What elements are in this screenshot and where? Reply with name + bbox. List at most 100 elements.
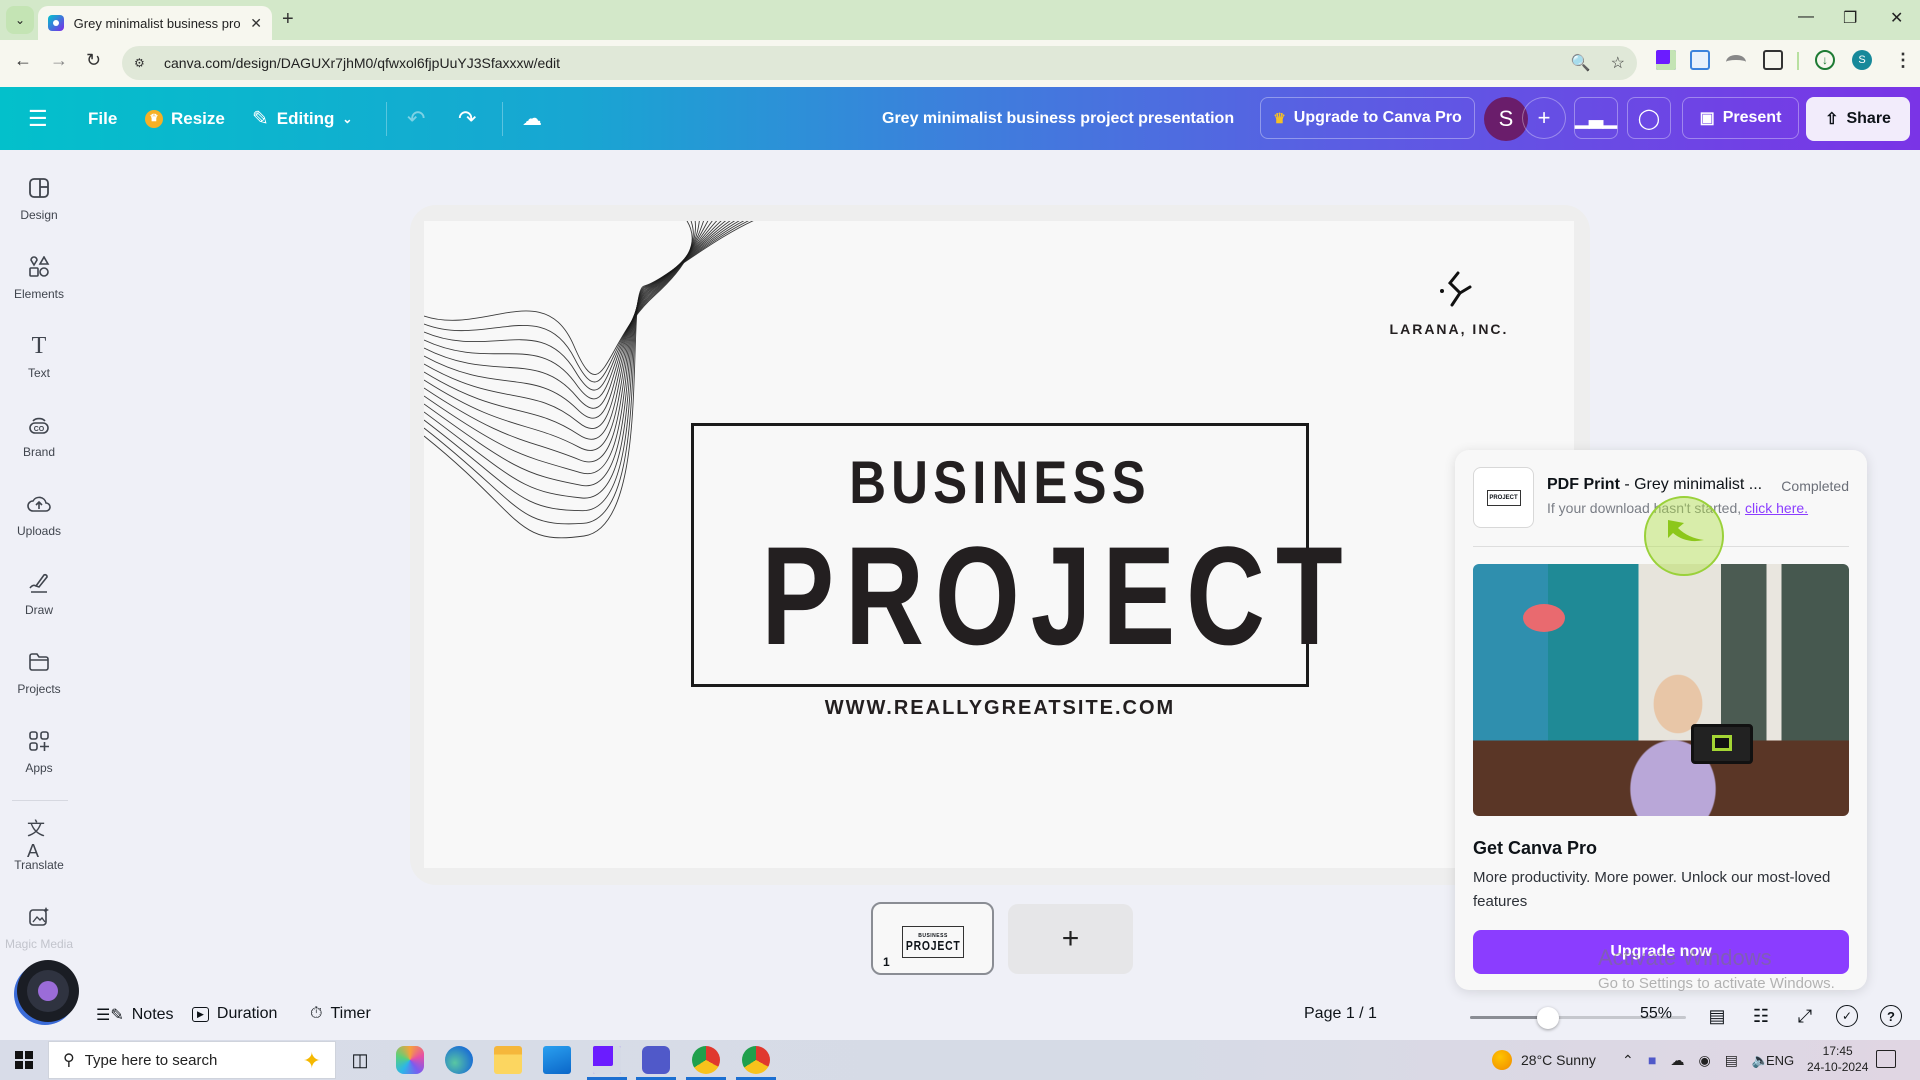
pdf-name: - Grey minimalist ... [1619,476,1763,493]
canva-extension-icon[interactable] [1656,50,1676,70]
taskbar-search-box[interactable]: ⚲ Type here to search ✦ [48,1041,336,1079]
grid-view-icon[interactable]: ☷ [1748,1003,1774,1029]
sidebar-item-text[interactable]: T Text [0,332,78,404]
cloud-saved-icon[interactable]: ☁ [522,87,542,150]
title-business-text[interactable]: BUSINESS [740,448,1260,517]
resize-button[interactable]: ♛ Resize [145,87,225,150]
extension-icon[interactable] [1690,50,1710,70]
canva-app-icon[interactable] [593,1046,621,1074]
redo-icon[interactable]: ↷ [458,87,476,150]
chrome-profile-a-icon[interactable] [692,1046,720,1074]
sidebar-item-apps[interactable]: Apps [0,729,78,799]
download-icon[interactable]: ↓ [1815,50,1835,70]
upgrade-now-button[interactable]: Upgrade now [1473,930,1849,974]
undo-icon[interactable]: ↶ [407,87,425,150]
extensions-puzzle-icon[interactable] [1763,50,1783,70]
help-icon[interactable]: ? [1880,1005,1902,1027]
weather-sun-icon[interactable] [1492,1050,1512,1070]
download-status: Completed [1781,478,1849,494]
minimize-icon[interactable]: — [1798,8,1814,26]
notes-button[interactable]: ☰✎ Notes [96,1005,174,1025]
bookmark-star-icon[interactable]: ☆ [1611,53,1625,73]
hamburger-icon[interactable]: ☰ [28,87,48,150]
fullscreen-expand-icon[interactable]: ⤢ [1792,1003,1818,1029]
file-explorer-icon[interactable] [494,1046,522,1074]
menu-kebab-icon[interactable]: ⋮ [1894,50,1912,71]
toolbar-divider [386,102,387,136]
browser-tab-active[interactable]: Grey minimalist business project present… [38,6,272,40]
reload-icon[interactable]: ↻ [86,50,101,71]
sidebar-label: Apps [25,761,53,775]
company-name-text[interactable]: LARANA, INC. [1374,321,1524,337]
weather-text[interactable]: 28°C Sunny [1521,1040,1596,1080]
sidebar-item-brand[interactable]: CO Brand [0,413,78,483]
editing-mode-dropdown[interactable]: ✎ Editing ⌄ [252,87,352,150]
taskbar-clock[interactable]: 17:45 24-10-2024 [1807,1043,1868,1075]
sidebar-item-projects[interactable]: Projects [0,650,78,720]
sidebar-item-uploads[interactable]: Uploads [0,492,78,562]
page-thumbnail-1[interactable]: BUSINESS PROJECT 1 [871,902,994,975]
tray-overflow-chevron-icon[interactable]: ⌃ [1622,1040,1634,1080]
profile-avatar[interactable]: S [1852,50,1872,70]
close-window-icon[interactable]: ✕ [1890,8,1903,28]
task-view-icon[interactable]: ◫ [346,1046,374,1074]
page-view-icon[interactable]: ▤ [1704,1003,1730,1029]
notifications-icon[interactable] [1876,1050,1896,1068]
comment-icon[interactable]: ◯ [1627,97,1671,139]
address-bar[interactable]: ⚙ canva.com/design/DAGUXr7jhM0/qfwxol6fj… [122,46,1637,80]
input-language[interactable]: ENG [1766,1040,1794,1080]
url-text[interactable]: canva.com/design/DAGUXr7jhM0/qfwxol6fjpU… [164,55,560,71]
check-accessibility-icon[interactable]: ✓ [1836,1005,1858,1027]
website-text[interactable]: WWW.REALLYGREATSITE.COM [691,697,1309,720]
network-icon[interactable]: ▤ [1725,1052,1738,1069]
tab-list-icon[interactable]: ⌄ [6,6,34,34]
sidebar-item-elements[interactable]: Elements [0,255,78,325]
teams-icon[interactable] [642,1046,670,1074]
zoom-slider-handle[interactable] [1536,1007,1559,1029]
sidebar-item-design[interactable]: Design [0,176,78,246]
retry-download-link[interactable]: click here. [1745,500,1808,516]
close-tab-icon[interactable]: ✕ [250,15,262,32]
camera-icon[interactable]: ◉ [1698,1052,1710,1069]
timer-button[interactable]: ⏱ Timer [310,1005,371,1023]
restore-icon[interactable]: ❐ [1843,8,1857,28]
notes-label: Notes [131,1006,174,1023]
sidebar-item-translate[interactable]: 文A Translate [0,819,78,896]
file-menu-button[interactable]: File [88,87,117,150]
sidebar-label: Projects [17,682,61,696]
insights-chart-icon[interactable]: ▁▃▁ [1574,97,1618,139]
upgrade-pro-label: Upgrade to Canva Pro [1293,109,1462,126]
share-button[interactable]: ⇧ Share [1806,97,1910,141]
pdf-thumbnail-title: PROJECT [1486,489,1521,506]
upgrade-pro-button[interactable]: ♛ Upgrade to Canva Pro [1260,97,1475,139]
copilot-icon[interactable] [396,1046,424,1074]
larana-logo-icon[interactable] [1424,269,1494,309]
windows-start-icon[interactable] [15,1051,33,1069]
editor-toolbar: ☰ File ♛ Resize ✎ Editing ⌄ ↶ ↷ ☁ Grey m… [0,87,1920,150]
back-icon[interactable]: ← [14,50,32,71]
add-collaborator-button[interactable]: + [1522,97,1566,139]
promo-description: More productivity. More power. Unlock ou… [1473,869,1831,910]
site-info-icon[interactable]: ⚙ [134,56,154,70]
document-title[interactable]: Grey minimalist business project present… [882,87,1234,150]
teams-tray-icon[interactable]: ■ [1648,1052,1656,1068]
canva-assistant-button[interactable] [17,960,79,1022]
add-page-button[interactable]: + [1008,904,1133,974]
edge-browser-icon[interactable] [445,1046,473,1074]
forward-icon[interactable]: → [50,50,68,71]
title-frame[interactable]: BUSINESS PROJECT [691,423,1343,687]
zoom-percent[interactable]: 55% [1640,1005,1672,1023]
present-button[interactable]: ▣ Present [1682,97,1799,139]
sidebar-divider [12,800,68,801]
text-icon: T [31,332,47,359]
sidebar-item-draw[interactable]: Draw [0,571,78,641]
chrome-profile-s-icon[interactable] [742,1046,770,1074]
new-tab-icon[interactable]: + [282,8,294,31]
onedrive-cloud-icon[interactable]: ☁ [1670,1052,1684,1069]
mail-icon[interactable] [543,1046,571,1074]
duration-button[interactable]: ▶ Duration [192,1005,277,1023]
design-canvas-page[interactable]: LARANA, INC. BUSINESS PROJECT WWW.REALLY… [424,221,1574,868]
extension-icon[interactable] [1726,55,1746,69]
zoom-icon[interactable]: 🔍 [1571,53,1591,73]
title-project-text[interactable]: PROJECT [761,526,1342,666]
